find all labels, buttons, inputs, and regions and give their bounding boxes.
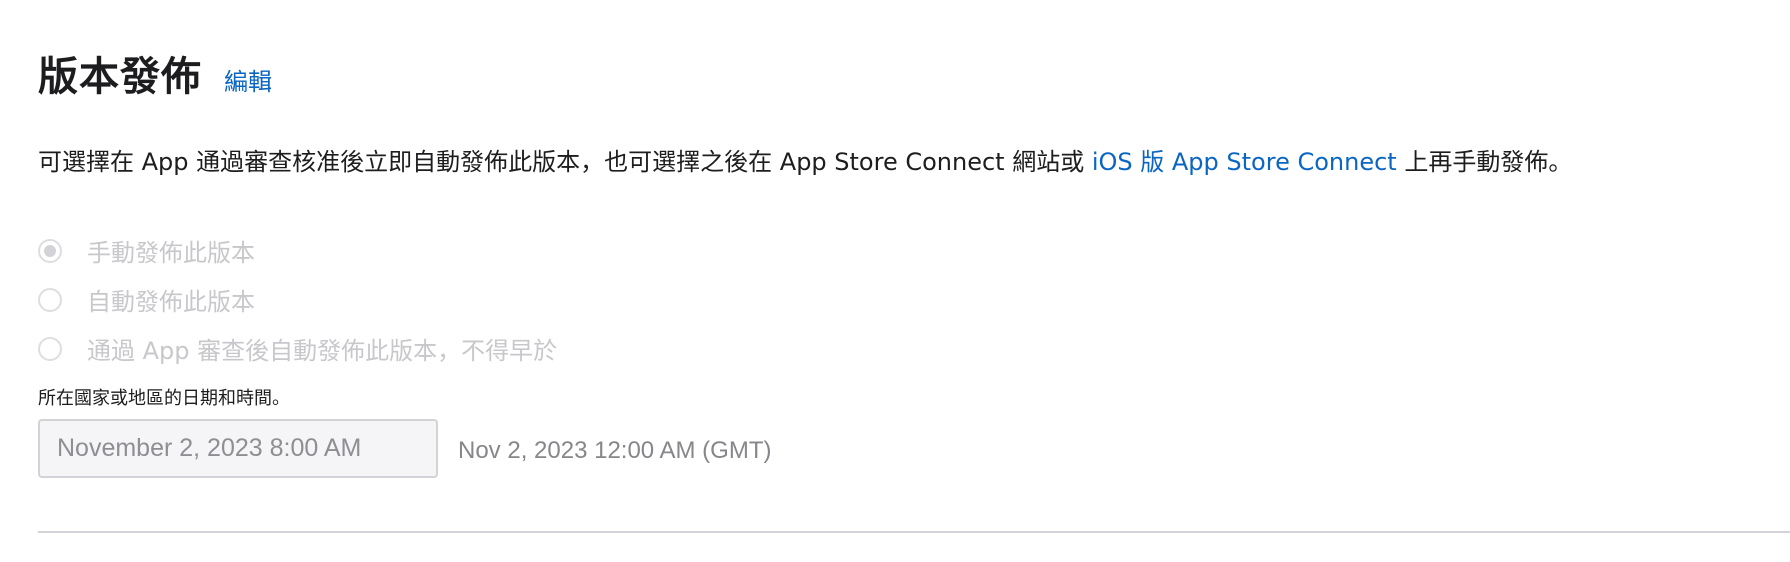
- release-option-scheduled[interactable]: 通過 App 審查後自動發佈此版本，不得早於: [38, 324, 557, 373]
- radio-button[interactable]: [38, 336, 62, 361]
- release-option-manual[interactable]: 手動發佈此版本: [38, 226, 557, 275]
- release-date-input[interactable]: [38, 419, 438, 478]
- radio-button-checked[interactable]: [38, 238, 62, 263]
- release-option-label: 自動發佈此版本: [87, 288, 255, 316]
- description-text: 可選擇在 App 通過審查核准後立即自動發佈此版本，也可選擇之後在 App St…: [38, 148, 1092, 176]
- release-section: 版本發佈 編輯 可選擇在 App 通過審查核准後立即自動發佈此版本，也可選擇之後…: [38, 0, 1790, 562]
- release-option-group: 手動發佈此版本 自動發佈此版本 通過 App 審查後自動發佈此版本，不得早於: [38, 226, 557, 373]
- release-option-label: 通過 App 審查後自動發佈此版本，不得早於: [87, 337, 558, 365]
- section-header: 版本發佈 編輯: [38, 44, 272, 102]
- gmt-time-label: Nov 2, 2023 12:00 AM (GMT): [458, 437, 772, 464]
- radio-button[interactable]: [38, 287, 62, 312]
- ios-app-store-connect-link[interactable]: iOS 版 App Store Connect: [1092, 148, 1397, 176]
- release-description: 可選擇在 App 通過審查核准後立即自動發佈此版本，也可選擇之後在 App St…: [38, 144, 1572, 180]
- section-divider: [38, 531, 1790, 533]
- section-title: 版本發佈: [38, 54, 202, 100]
- release-option-automatic[interactable]: 自動發佈此版本: [38, 275, 557, 324]
- date-time-note: 所在國家或地區的日期和時間。: [38, 388, 290, 409]
- edit-link[interactable]: 編輯: [224, 62, 272, 97]
- release-option-label: 手動發佈此版本: [87, 239, 255, 267]
- description-text-end: 上再手動發佈。: [1396, 148, 1573, 176]
